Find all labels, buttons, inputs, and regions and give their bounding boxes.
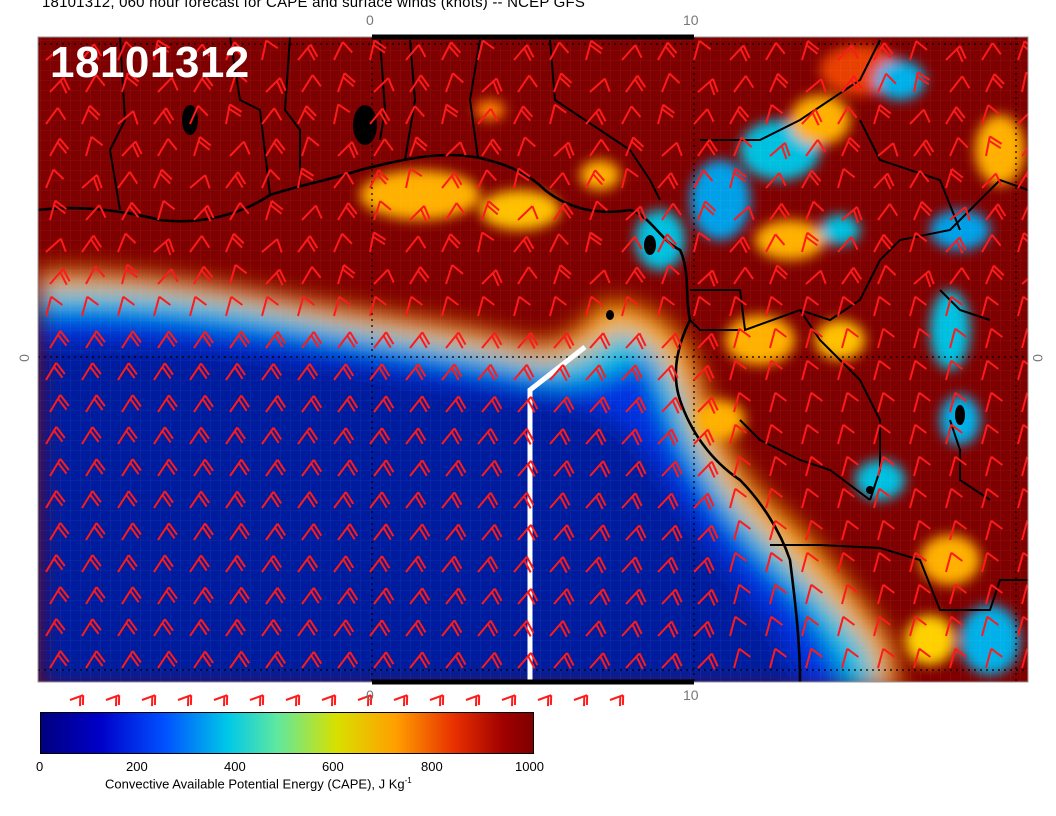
tick-bottom-10: 10 bbox=[683, 687, 699, 703]
tick-top-0: 0 bbox=[366, 12, 374, 28]
cape-field bbox=[38, 37, 1028, 682]
wind-barb bbox=[501, 694, 517, 707]
wind-barb bbox=[285, 694, 301, 707]
tick-bottom-0: 0 bbox=[366, 687, 374, 703]
wind-barbs-outside bbox=[69, 694, 625, 707]
colorbar-label-1000: 1000 bbox=[515, 759, 544, 774]
wind-barb bbox=[141, 694, 157, 707]
wind-barb bbox=[69, 694, 85, 707]
wind-barb bbox=[393, 694, 409, 707]
wind-barb bbox=[321, 694, 337, 707]
colorbar-label-200: 200 bbox=[126, 759, 148, 774]
wind-barb bbox=[177, 694, 193, 707]
tick-right-0: 0 bbox=[1029, 354, 1046, 362]
date-stamp: 18101312 bbox=[50, 38, 250, 87]
wind-barb bbox=[609, 694, 625, 707]
wind-barb bbox=[465, 694, 481, 707]
wind-barb bbox=[105, 694, 121, 707]
wind-barb bbox=[213, 694, 229, 707]
colorbar-title-text: Convective Available Potential Energy (C… bbox=[105, 776, 405, 792]
colorbar-label-0: 0 bbox=[36, 759, 44, 774]
wind-barb bbox=[429, 694, 445, 707]
tick-top-10: 10 bbox=[683, 12, 699, 28]
wind-barb bbox=[249, 694, 265, 707]
colorbar-title: Convective Available Potential Energy (C… bbox=[105, 776, 412, 791]
colorbar bbox=[40, 712, 534, 754]
colorbar-label-600: 600 bbox=[322, 759, 344, 774]
colorbar-label-400: 400 bbox=[224, 759, 246, 774]
colorbar-label-800: 800 bbox=[421, 759, 443, 774]
cape-map bbox=[37, 34, 1029, 707]
tick-left-0: 0 bbox=[15, 354, 32, 362]
colorbar-title-sup: -1 bbox=[404, 776, 412, 785]
wind-barb bbox=[573, 694, 589, 707]
wind-barb bbox=[537, 694, 553, 707]
